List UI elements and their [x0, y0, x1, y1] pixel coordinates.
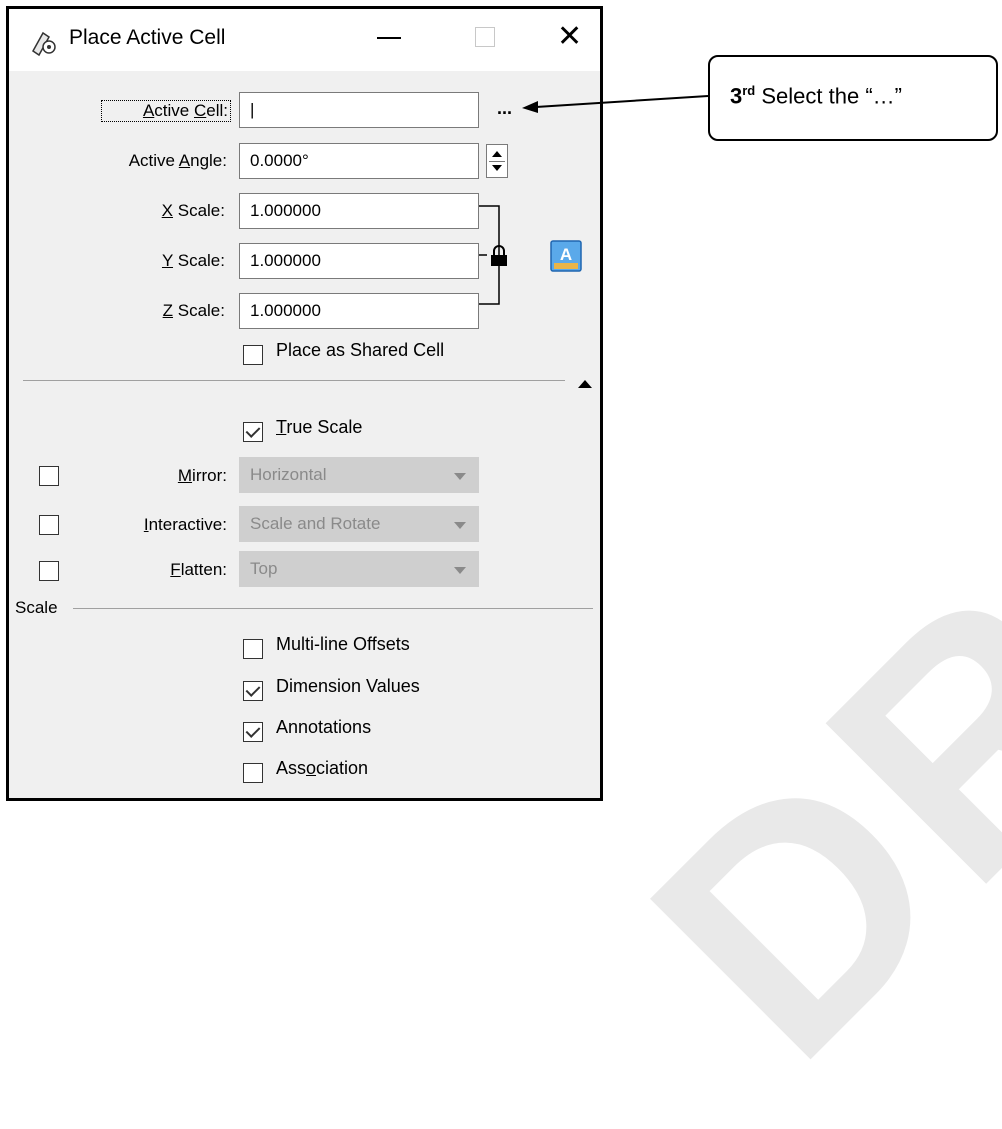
- annotation-scale-icon[interactable]: A: [550, 240, 582, 272]
- flatten-checkbox[interactable]: [39, 561, 59, 581]
- browse-cell-button[interactable]: ...: [497, 98, 512, 119]
- title-bar[interactable]: Place Active Cell ✕: [9, 9, 600, 71]
- chevron-down-icon: [454, 473, 466, 480]
- association-checkbox[interactable]: [243, 763, 263, 783]
- active-cell-input[interactable]: |: [239, 92, 479, 128]
- instruction-callout: 3rd Select the “…”: [708, 55, 998, 141]
- dimension-values-checkbox[interactable]: [243, 681, 263, 701]
- interactive-checkbox[interactable]: [39, 515, 59, 535]
- multiline-offsets-label: Multi-line Offsets: [276, 634, 410, 654]
- interactive-value: Scale and Rotate: [250, 514, 381, 533]
- active-angle-label: Active Angle:: [128, 151, 227, 170]
- x-scale-input[interactable]: 1.000000: [239, 193, 479, 229]
- chevron-down-icon: [454, 522, 466, 529]
- angle-spinner[interactable]: [486, 144, 508, 178]
- flatten-label: Flatten:: [170, 560, 227, 579]
- place-cell-tool-icon: [32, 31, 56, 57]
- spin-up-icon[interactable]: [492, 151, 502, 157]
- scale-section-label: Scale: [15, 598, 58, 617]
- mirror-checkbox[interactable]: [39, 466, 59, 486]
- mirror-dropdown[interactable]: Horizontal: [239, 457, 479, 493]
- shared-cell-label: Place as Shared Cell: [276, 340, 445, 360]
- spin-down-icon[interactable]: [492, 165, 502, 171]
- annotations-label: Annotations: [276, 717, 372, 737]
- section-divider: [23, 380, 565, 381]
- true-scale-label: True Scale: [276, 417, 363, 437]
- interactive-label: Interactive:: [143, 515, 227, 534]
- lock-icon[interactable]: [487, 245, 511, 267]
- active-angle-input[interactable]: 0.0000°: [239, 143, 479, 179]
- chevron-down-icon: [454, 567, 466, 574]
- shared-cell-checkbox[interactable]: [243, 345, 263, 365]
- window-title: Place Active Cell: [69, 26, 226, 49]
- callout-arrow: [522, 95, 709, 113]
- annotations-checkbox[interactable]: [243, 722, 263, 742]
- interactive-dropdown[interactable]: Scale and Rotate: [239, 506, 479, 542]
- place-active-cell-dialog: Place Active Cell ✕ Active Cell: | ... A…: [6, 6, 603, 801]
- mirror-label: Mirror:: [177, 466, 227, 485]
- draft-watermark: DRAFT: [583, 37, 1002, 1125]
- close-button[interactable]: ✕: [557, 22, 582, 52]
- active-cell-label: Active Cell:: [101, 100, 231, 122]
- z-scale-label: Z Scale:: [162, 301, 225, 320]
- y-scale-input[interactable]: 1.000000: [239, 243, 479, 279]
- flatten-dropdown[interactable]: Top: [239, 551, 479, 587]
- scale-section-divider: [73, 608, 593, 609]
- x-scale-label: X Scale:: [161, 201, 225, 220]
- association-label: Association: [276, 758, 369, 778]
- svg-text:A: A: [560, 245, 572, 264]
- y-scale-label: Y Scale:: [161, 251, 225, 270]
- flatten-value: Top: [250, 559, 278, 578]
- z-scale-input[interactable]: 1.000000: [239, 293, 479, 329]
- dimension-values-label: Dimension Values: [276, 676, 420, 696]
- maximize-button[interactable]: [475, 27, 495, 47]
- multiline-offsets-checkbox[interactable]: [243, 639, 263, 659]
- collapse-arrow-icon[interactable]: [578, 380, 592, 388]
- minimize-button[interactable]: [377, 37, 401, 39]
- true-scale-checkbox[interactable]: [243, 422, 263, 442]
- mirror-value: Horizontal: [250, 465, 327, 484]
- callout-text: 3rd Select the “…”: [730, 83, 902, 109]
